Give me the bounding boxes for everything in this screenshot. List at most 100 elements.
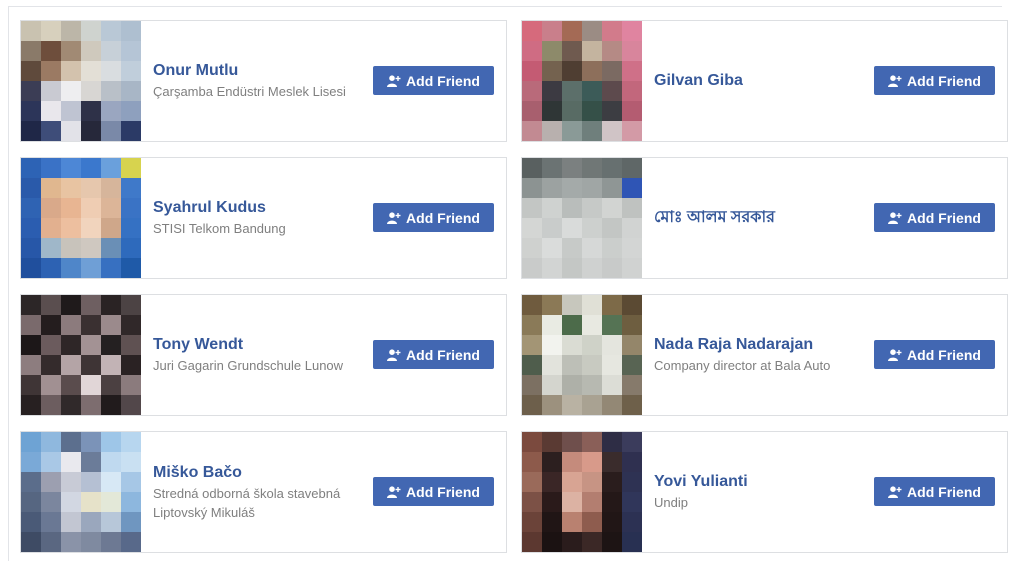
profile-name-link[interactable]: Onur Mutlu <box>153 61 363 81</box>
add-friend-icon <box>888 74 902 87</box>
avatar-pixel <box>522 61 542 81</box>
avatar-pixel <box>522 472 542 492</box>
avatar-pixel <box>582 41 602 61</box>
avatar-pixel <box>622 198 642 218</box>
avatar-pixel <box>121 375 141 395</box>
avatar-pixel <box>81 198 101 218</box>
avatar-pixel <box>61 238 81 258</box>
avatar-pixel <box>81 81 101 101</box>
add-friend-button[interactable]: Add Friend <box>874 340 995 369</box>
profile-name-link[interactable]: Tony Wendt <box>153 335 363 355</box>
avatar-pixel <box>562 81 582 101</box>
avatar-pixel <box>61 178 81 198</box>
avatar-pixel <box>622 355 642 375</box>
profile-picture[interactable] <box>522 432 642 552</box>
avatar-pixel <box>41 452 61 472</box>
people-you-may-know-grid: Onur Mutlu Çarşamba Endüstri Meslek Lise… <box>20 20 1008 553</box>
add-friend-icon <box>387 485 401 498</box>
avatar-pixel <box>602 532 622 552</box>
avatar-pixel <box>622 238 642 258</box>
add-friend-button[interactable]: Add Friend <box>373 477 494 506</box>
profile-name-link[interactable]: Yovi Yulianti <box>654 472 864 492</box>
avatar-pixel <box>562 198 582 218</box>
add-friend-button[interactable]: Add Friend <box>373 203 494 232</box>
avatar-pixel <box>622 315 642 335</box>
avatar-pixel <box>61 452 81 472</box>
profile-picture[interactable] <box>21 295 141 415</box>
avatar-pixel <box>61 472 81 492</box>
avatar-pixel <box>121 218 141 238</box>
avatar-pixel <box>21 121 41 141</box>
avatar-pixel <box>41 472 61 492</box>
avatar-pixel <box>121 101 141 121</box>
avatar-pixel <box>582 375 602 395</box>
friend-suggestion-card: Syahrul Kudus STISI Telkom Bandung Add F… <box>20 157 507 279</box>
profile-name-link[interactable]: মোঃ আলম সরকার <box>654 208 864 228</box>
avatar-pixel <box>21 432 41 452</box>
avatar-pixel <box>542 121 562 141</box>
avatar-pixel <box>21 178 41 198</box>
avatar-pixel <box>41 178 61 198</box>
avatar-pixel <box>81 452 101 472</box>
avatar-pixel <box>61 258 81 278</box>
avatar-pixel <box>81 101 101 121</box>
avatar-pixel <box>101 101 121 121</box>
avatar-pixel <box>61 375 81 395</box>
avatar-pixel <box>562 532 582 552</box>
avatar-pixel <box>41 158 61 178</box>
avatar-pixel <box>522 121 542 141</box>
avatar-pixel <box>602 81 622 101</box>
profile-name-link[interactable]: Syahrul Kudus <box>153 198 363 218</box>
add-friend-button[interactable]: Add Friend <box>874 203 995 232</box>
avatar-pixel <box>542 218 562 238</box>
avatar-pixel <box>61 218 81 238</box>
avatar-pixel <box>41 61 61 81</box>
add-friend-button[interactable]: Add Friend <box>373 340 494 369</box>
profile-picture[interactable] <box>21 158 141 278</box>
avatar-pixel <box>21 395 41 415</box>
profile-picture[interactable] <box>21 432 141 552</box>
profile-name-link[interactable]: Nada Raja Nadarajan <box>654 335 864 355</box>
avatar-pixel <box>522 238 542 258</box>
avatar-pixel <box>582 101 602 121</box>
friend-suggestion-card: Onur Mutlu Çarşamba Endüstri Meslek Lise… <box>20 20 507 142</box>
add-friend-button[interactable]: Add Friend <box>874 477 995 506</box>
avatar-pixel <box>582 512 602 532</box>
avatar-pixel <box>41 355 61 375</box>
avatar-pixel <box>41 238 61 258</box>
add-friend-button[interactable]: Add Friend <box>373 66 494 95</box>
add-friend-label: Add Friend <box>406 72 480 89</box>
avatar-pixel <box>522 315 542 335</box>
avatar-pixel <box>622 178 642 198</box>
profile-picture[interactable] <box>522 21 642 141</box>
profile-picture[interactable] <box>21 21 141 141</box>
avatar-pixel <box>562 101 582 121</box>
avatar-pixel <box>582 81 602 101</box>
avatar-pixel <box>562 335 582 355</box>
avatar-pixel <box>542 532 562 552</box>
avatar-pixel <box>61 21 81 41</box>
avatar-pixel <box>562 238 582 258</box>
profile-subtitle: STISI Telkom Bandung <box>153 221 286 236</box>
avatar-pixel <box>81 158 101 178</box>
avatar-pixel <box>602 258 622 278</box>
avatar-pixel <box>41 335 61 355</box>
avatar-pixel <box>522 492 542 512</box>
avatar-pixel <box>622 335 642 355</box>
avatar-pixel <box>101 532 121 552</box>
friend-suggestion-card: মোঃ আলম সরকার Add Friend <box>521 157 1008 279</box>
avatar-pixel <box>121 492 141 512</box>
profile-name-link[interactable]: Gilvan Giba <box>654 71 864 91</box>
avatar-pixel <box>522 432 542 452</box>
avatar-pixel <box>61 295 81 315</box>
avatar-pixel <box>81 61 101 81</box>
profile-picture[interactable] <box>522 295 642 415</box>
add-friend-label: Add Friend <box>406 483 480 500</box>
add-friend-button[interactable]: Add Friend <box>874 66 995 95</box>
avatar-pixel <box>562 295 582 315</box>
profile-picture[interactable] <box>522 158 642 278</box>
avatar-pixel <box>121 158 141 178</box>
profile-name-link[interactable]: Miško Bačo <box>153 463 363 483</box>
avatar-pixel <box>622 395 642 415</box>
avatar-pixel <box>81 492 101 512</box>
